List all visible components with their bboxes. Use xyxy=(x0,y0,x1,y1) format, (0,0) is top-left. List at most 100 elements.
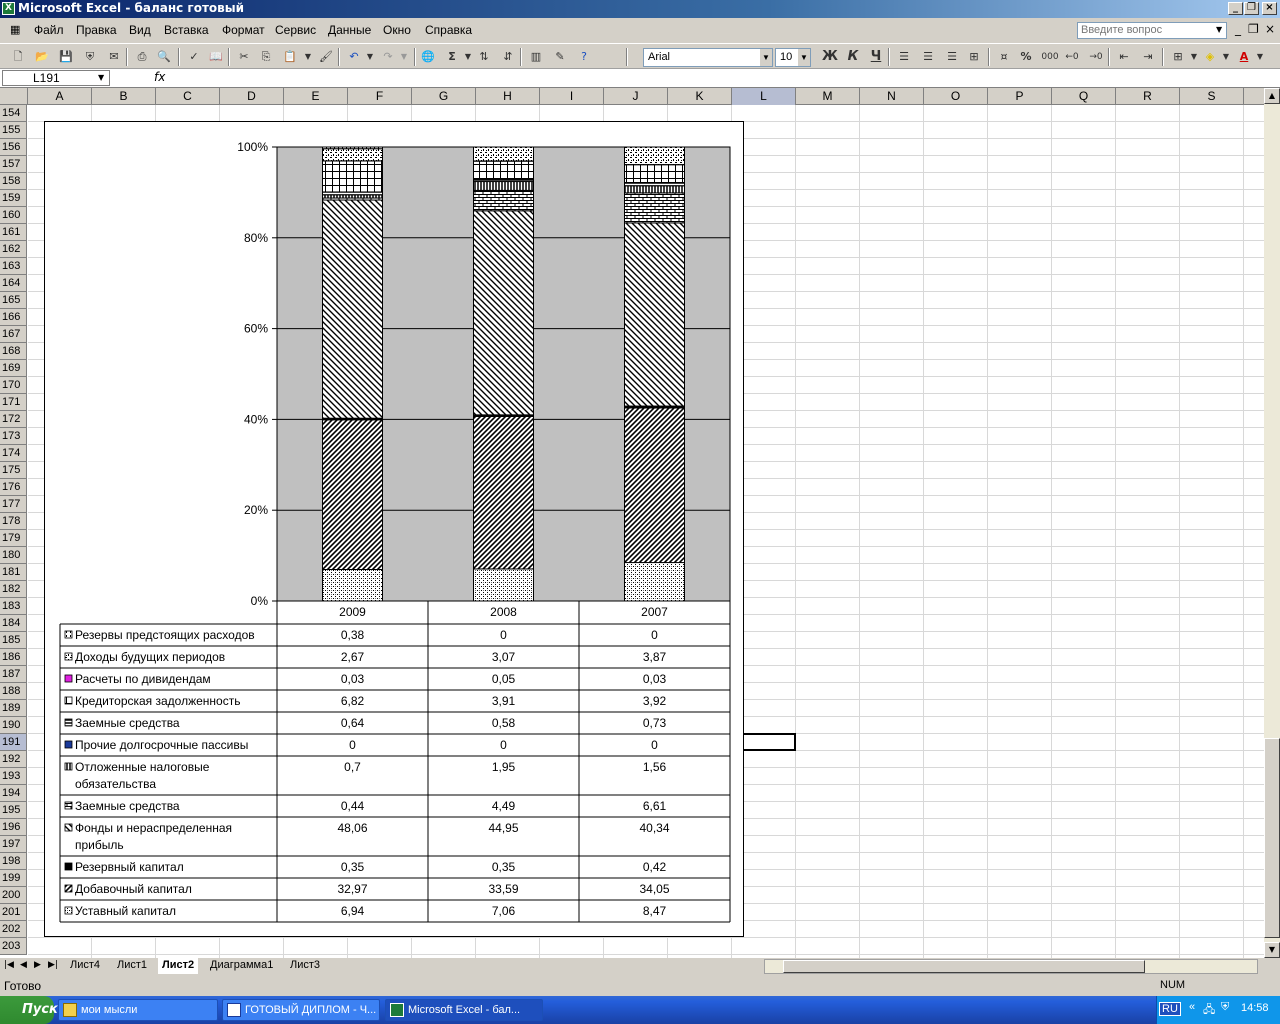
chart-wizard-icon[interactable]: ▥ xyxy=(528,49,544,65)
italic-button[interactable]: К xyxy=(845,49,861,65)
undo-dropdown-icon[interactable]: ▼ xyxy=(362,49,378,65)
column-header-o[interactable]: O xyxy=(924,88,988,105)
column-header-c[interactable]: C xyxy=(156,88,220,105)
merge-center-icon[interactable]: ⊞ xyxy=(966,49,982,65)
redo-icon[interactable]: ↷ xyxy=(380,49,396,65)
row-header-198[interactable]: 198 xyxy=(0,853,27,870)
menu-tools[interactable]: Сервис xyxy=(275,23,316,37)
row-header-169[interactable]: 169 xyxy=(0,360,27,377)
tab-list3[interactable]: Лист3 xyxy=(290,958,320,974)
row-header-167[interactable]: 167 xyxy=(0,326,27,343)
font-size-select[interactable]: 10 ▼ xyxy=(775,48,811,67)
vertical-scrollbar[interactable]: ▲ ▼ xyxy=(1264,88,1280,958)
bold-button[interactable]: Ж xyxy=(822,49,838,65)
row-header-190[interactable]: 190 xyxy=(0,717,27,734)
row-header-181[interactable]: 181 xyxy=(0,564,27,581)
worksheet[interactable]: ABCDEFGHIJKLMNOPQRS 154 155 156 157 158 159 16… xyxy=(0,88,1264,958)
row-header-178[interactable]: 178 xyxy=(0,513,27,530)
first-sheet-icon[interactable]: |◀ xyxy=(4,960,14,970)
borders-icon[interactable]: ⊞ xyxy=(1170,49,1186,65)
namebox-dropdown-icon[interactable]: ▼ xyxy=(98,73,104,82)
menu-file[interactable]: Файл xyxy=(34,23,64,37)
scroll-up-icon[interactable]: ▲ xyxy=(1264,88,1280,104)
column-header-d[interactable]: D xyxy=(220,88,284,105)
column-header-p[interactable]: P xyxy=(988,88,1052,105)
formula-input[interactable] xyxy=(172,70,1272,86)
row-header-160[interactable]: 160 xyxy=(0,207,27,224)
borders-dropdown-icon[interactable]: ▼ xyxy=(1186,49,1202,65)
row-header-187[interactable]: 187 xyxy=(0,666,27,683)
close-button[interactable]: × xyxy=(1262,2,1277,15)
row-header-189[interactable]: 189 xyxy=(0,700,27,717)
column-header-e[interactable]: E xyxy=(284,88,348,105)
start-button[interactable]: Пуск xyxy=(0,996,58,1024)
row-header-201[interactable]: 201 xyxy=(0,904,27,921)
fill-color-icon[interactable]: ◈ xyxy=(1202,49,1218,65)
row-header-155[interactable]: 155 xyxy=(0,122,27,139)
doc-minimize-icon[interactable]: _ xyxy=(1235,22,1241,36)
scroll-thumb[interactable] xyxy=(1264,738,1280,938)
row-header-168[interactable]: 168 xyxy=(0,343,27,360)
row-header-165[interactable]: 165 xyxy=(0,292,27,309)
row-header-175[interactable]: 175 xyxy=(0,462,27,479)
row-header-192[interactable]: 192 xyxy=(0,751,27,768)
align-left-icon[interactable]: ☰ xyxy=(896,49,912,65)
autosum-dropdown-icon[interactable]: ▼ xyxy=(460,49,476,65)
prev-sheet-icon[interactable]: ◀ xyxy=(20,960,27,970)
hyperlink-icon[interactable]: 🌐 xyxy=(420,49,436,65)
column-header-r[interactable]: R xyxy=(1116,88,1180,105)
percent-button[interactable]: % xyxy=(1018,49,1034,65)
tray-expand-icon[interactable]: « xyxy=(1189,1001,1195,1013)
row-header-157[interactable]: 157 xyxy=(0,156,27,173)
permission-icon[interactable]: ⛨ xyxy=(82,49,98,65)
row-header-191[interactable]: 191 xyxy=(0,734,27,751)
email-icon[interactable]: ✉ xyxy=(106,49,122,65)
decrease-decimal-icon[interactable]: →0 xyxy=(1088,49,1104,65)
row-header-158[interactable]: 158 xyxy=(0,173,27,190)
menu-format[interactable]: Формат xyxy=(222,23,265,37)
row-header-170[interactable]: 170 xyxy=(0,377,27,394)
row-header-179[interactable]: 179 xyxy=(0,530,27,547)
menu-view[interactable]: Вид xyxy=(129,23,151,37)
column-header-i[interactable]: I xyxy=(540,88,604,105)
row-header-203[interactable]: 203 xyxy=(0,938,27,955)
row-header-185[interactable]: 185 xyxy=(0,632,27,649)
menu-edit[interactable]: Правка xyxy=(76,23,117,37)
row-header-166[interactable]: 166 xyxy=(0,309,27,326)
tab-list4[interactable]: Лист4 xyxy=(70,958,100,974)
column-header-f[interactable]: F xyxy=(348,88,412,105)
menu-help[interactable]: Справка xyxy=(425,23,472,37)
tab-diagram1[interactable]: Диаграмма1 xyxy=(210,958,273,974)
column-header-j[interactable]: J xyxy=(604,88,668,105)
menu-data[interactable]: Данные xyxy=(328,23,371,37)
fill-dropdown-icon[interactable]: ▼ xyxy=(1218,49,1234,65)
row-header-200[interactable]: 200 xyxy=(0,887,27,904)
font-color-icon[interactable]: A xyxy=(1236,49,1252,65)
redo-dropdown-icon[interactable]: ▼ xyxy=(396,49,412,65)
print-icon[interactable]: ⎙ xyxy=(134,49,150,65)
save-icon[interactable]: 💾 xyxy=(58,49,74,65)
sort-ascending-icon[interactable]: ⇅ xyxy=(476,49,492,65)
scroll-down-icon[interactable]: ▼ xyxy=(1264,942,1280,958)
thousands-button[interactable]: 000 xyxy=(1040,49,1060,65)
currency-icon[interactable]: ¤ xyxy=(996,49,1012,65)
font-name-select[interactable]: Arial ▼ xyxy=(643,48,773,67)
row-header-182[interactable]: 182 xyxy=(0,581,27,598)
autosum-icon[interactable]: Σ xyxy=(444,49,460,65)
row-header-197[interactable]: 197 xyxy=(0,836,27,853)
row-header-202[interactable]: 202 xyxy=(0,921,27,938)
row-header-194[interactable]: 194 xyxy=(0,785,27,802)
tab-list1[interactable]: Лист1 xyxy=(117,958,147,974)
menu-window[interactable]: Окно xyxy=(383,23,411,37)
column-header-l[interactable]: L xyxy=(732,88,796,105)
tab-list2[interactable]: Лист2 xyxy=(158,958,199,974)
spelling-icon[interactable]: ✓ xyxy=(186,49,202,65)
align-center-icon[interactable]: ☰ xyxy=(920,49,936,65)
undo-icon[interactable]: ↶ xyxy=(346,49,362,65)
row-header-164[interactable]: 164 xyxy=(0,275,27,292)
underline-button[interactable]: Ч xyxy=(868,49,884,65)
minimize-button[interactable]: _ xyxy=(1228,2,1243,15)
row-header-163[interactable]: 163 xyxy=(0,258,27,275)
row-header-176[interactable]: 176 xyxy=(0,479,27,496)
row-header-162[interactable]: 162 xyxy=(0,241,27,258)
